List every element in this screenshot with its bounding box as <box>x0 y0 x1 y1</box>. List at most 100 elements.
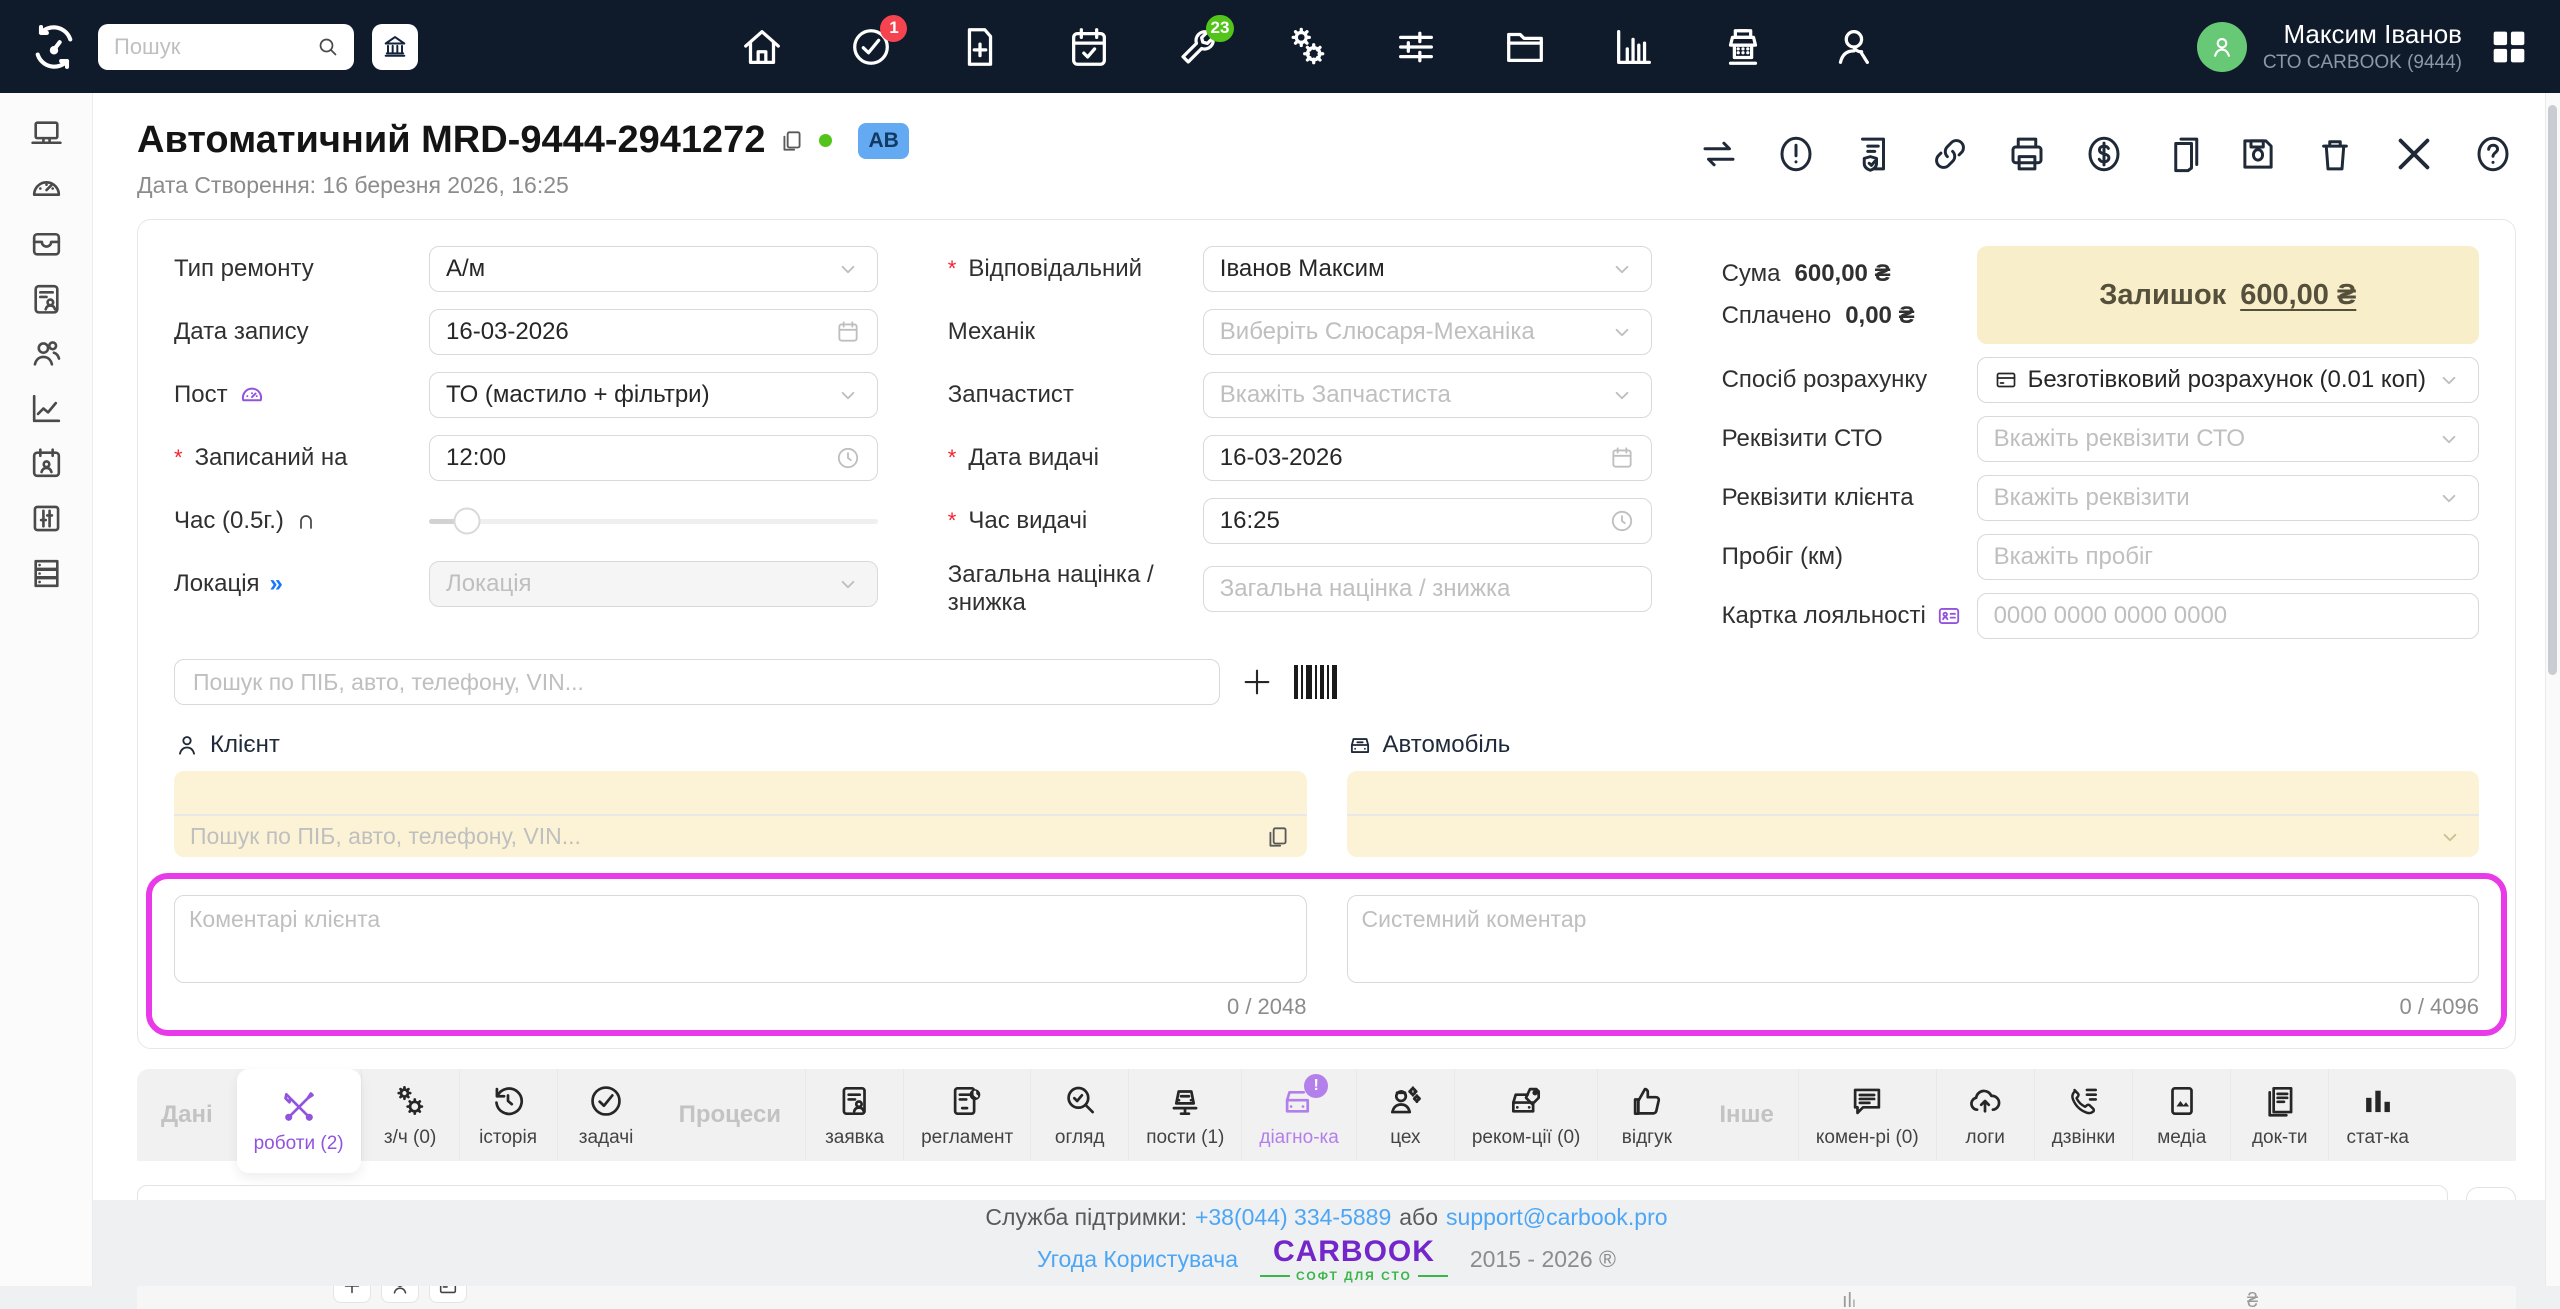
global-search-input[interactable] <box>112 33 308 61</box>
auto-card-select-row[interactable] <box>1347 814 2480 857</box>
tab-documents[interactable]: док-ти <box>2230 1069 2328 1161</box>
app-logo-speedometer-icon[interactable] <box>28 21 80 73</box>
orders-wrench-icon[interactable]: 23 <box>1175 24 1221 70</box>
tab-workshop[interactable]: цех <box>1356 1069 1454 1161</box>
system-comment-textarea[interactable] <box>1347 895 2480 983</box>
sto-requisites-select[interactable]: Вкажіть реквізити СТО <box>1977 416 2479 462</box>
tab-history[interactable]: історія <box>459 1069 557 1161</box>
repair-type-select[interactable]: А/м <box>429 246 878 292</box>
issue-time-input[interactable]: 16:25 <box>1203 498 1652 544</box>
card-icon <box>1994 368 2018 392</box>
cash-register-icon[interactable] <box>1720 24 1766 70</box>
alert-icon[interactable] <box>1775 133 1817 175</box>
settings-gears-icon[interactable] <box>1284 24 1330 70</box>
scrollbar-thumb[interactable] <box>2548 105 2557 675</box>
user-block[interactable]: Максим Іванов СТО CARBOOK (9444) <box>2197 19 2532 74</box>
tab-request[interactable]: заявка <box>805 1069 903 1161</box>
scrollbar-track[interactable] <box>2545 93 2560 1286</box>
user-avatar[interactable] <box>2197 22 2247 72</box>
client-card-empty-row[interactable] <box>174 771 1307 814</box>
field-label: Пост <box>174 381 429 409</box>
post-select[interactable]: ТО (мастило + фільтри) <box>429 372 878 418</box>
tab-tasks[interactable]: задачі <box>557 1069 655 1161</box>
tab-logs[interactable]: логи <box>1936 1069 2034 1161</box>
tab-regulation[interactable]: регламент <box>903 1069 1030 1161</box>
support-email-link[interactable]: support@carbook.pro <box>1446 1204 1668 1231</box>
responsible-select[interactable]: Іванов Максим <box>1203 246 1652 292</box>
home-icon[interactable] <box>739 24 785 70</box>
client-quick-search-input[interactable] <box>191 668 1203 697</box>
tasks-icon[interactable]: 1 <box>848 24 894 70</box>
sidebar-analytics-icon[interactable] <box>28 390 65 427</box>
save-icon[interactable] <box>2237 133 2279 175</box>
issue-date-input[interactable]: 16-03-2026 <box>1203 435 1652 481</box>
duration-slider[interactable] <box>429 498 878 544</box>
tab-parts[interactable]: з/ч (0) <box>361 1069 459 1161</box>
add-client-icon[interactable] <box>1240 665 1274 699</box>
client-search-icon[interactable] <box>1829 24 1875 70</box>
duplicate-icon[interactable] <box>2160 133 2202 175</box>
tab-media[interactable]: медіа <box>2132 1069 2230 1161</box>
tab-works[interactable]: роботи (2) <box>237 1069 361 1173</box>
link-icon[interactable] <box>1929 133 1971 175</box>
record-date-input[interactable]: 16-03-2026 <box>429 309 878 355</box>
sidebar-dashboard-icon[interactable] <box>28 170 65 207</box>
scheduled-time-input[interactable]: 12:00 <box>429 435 878 481</box>
slider-knob[interactable] <box>454 508 481 535</box>
copy-icon[interactable] <box>1265 824 1291 850</box>
payment-method-select[interactable]: Безготівковий розрахунок (0.01 коп) <box>1977 357 2479 403</box>
calendar-check-icon[interactable] <box>1066 24 1112 70</box>
tab-recommendations[interactable]: реком-ції (0) <box>1454 1069 1598 1161</box>
client-comment-textarea[interactable] <box>174 895 1307 983</box>
search-icon[interactable] <box>316 35 340 59</box>
sidebar-orders-icon[interactable] <box>28 280 65 317</box>
tab-inspection[interactable]: огляд <box>1030 1069 1128 1161</box>
document-check-icon[interactable] <box>1852 133 1894 175</box>
parts-manager-select[interactable]: Вкажіть Запчастиста <box>1203 372 1652 418</box>
folder-icon[interactable] <box>1502 24 1548 70</box>
transfer-icon[interactable] <box>1698 133 1740 175</box>
payment-icon[interactable] <box>2083 133 2125 175</box>
location-chevrons-icon[interactable]: » <box>270 570 281 598</box>
new-document-icon[interactable] <box>957 24 1003 70</box>
sidebar-inbox-icon[interactable] <box>28 225 65 262</box>
clock-icon <box>1609 508 1635 534</box>
print-icon[interactable] <box>2006 133 2048 175</box>
reports-chart-icon[interactable] <box>1611 24 1657 70</box>
topbar: 1 23 <box>0 0 2560 93</box>
user-agreement-link[interactable]: Угода Користувача <box>1037 1246 1238 1273</box>
copy-title-icon[interactable] <box>779 128 805 154</box>
tools-icon <box>280 1088 318 1126</box>
tab-comments[interactable]: комен-рі (0) <box>1798 1069 1936 1161</box>
tab-posts[interactable]: пости (1) <box>1128 1069 1241 1161</box>
field-sto-requisites: Реквізити СТО Вкажіть реквізити СТО <box>1722 416 2479 462</box>
or-word: або <box>1399 1204 1438 1231</box>
tab-calls[interactable]: дзвінки <box>2034 1069 2133 1161</box>
auto-card-empty-row[interactable] <box>1347 771 2480 814</box>
tab-feedback[interactable]: відгук <box>1597 1069 1695 1161</box>
tab-statistics[interactable]: стат-ка <box>2328 1069 2426 1161</box>
mileage-input[interactable]: Вкажіть пробіг <box>1977 534 2479 580</box>
markup-input[interactable]: Загальна націнка / знижка <box>1203 566 1652 612</box>
sidebar-schedule-icon[interactable] <box>28 445 65 482</box>
delete-icon[interactable] <box>2314 133 2356 175</box>
client-requisites-select[interactable]: Вкажіть реквізити <box>1977 475 2479 521</box>
sidebar-storage-icon[interactable] <box>28 555 65 592</box>
filters-sliders-icon[interactable] <box>1393 24 1439 70</box>
sidebar-equalizer-icon[interactable] <box>28 500 65 537</box>
close-icon[interactable] <box>2391 131 2437 177</box>
status-badge[interactable]: АВ <box>858 123 908 159</box>
sidebar-clients-icon[interactable] <box>28 335 65 372</box>
person-icon <box>174 732 200 758</box>
bank-button[interactable] <box>372 24 418 70</box>
support-phone-link[interactable]: +38(044) 334-5889 <box>1195 1204 1391 1231</box>
client-card-search-row[interactable]: Пошук по ПІБ, авто, телефону, VIN... <box>174 814 1307 857</box>
loyalty-card-input[interactable]: 0000 0000 0000 0000 <box>1977 593 2479 639</box>
sidebar-workstation-icon[interactable] <box>28 115 65 152</box>
help-icon[interactable] <box>2472 133 2514 175</box>
mechanic-select[interactable]: Виберіть Слюсаря-Механіка <box>1203 309 1652 355</box>
apps-grid-icon[interactable] <box>2486 24 2532 70</box>
tab-diagnostics[interactable]: ! діагно-ка <box>1241 1069 1356 1161</box>
balance-box[interactable]: Залишок 600,00 ₴ <box>1977 246 2479 344</box>
barcode-icon[interactable] <box>1294 665 1337 699</box>
